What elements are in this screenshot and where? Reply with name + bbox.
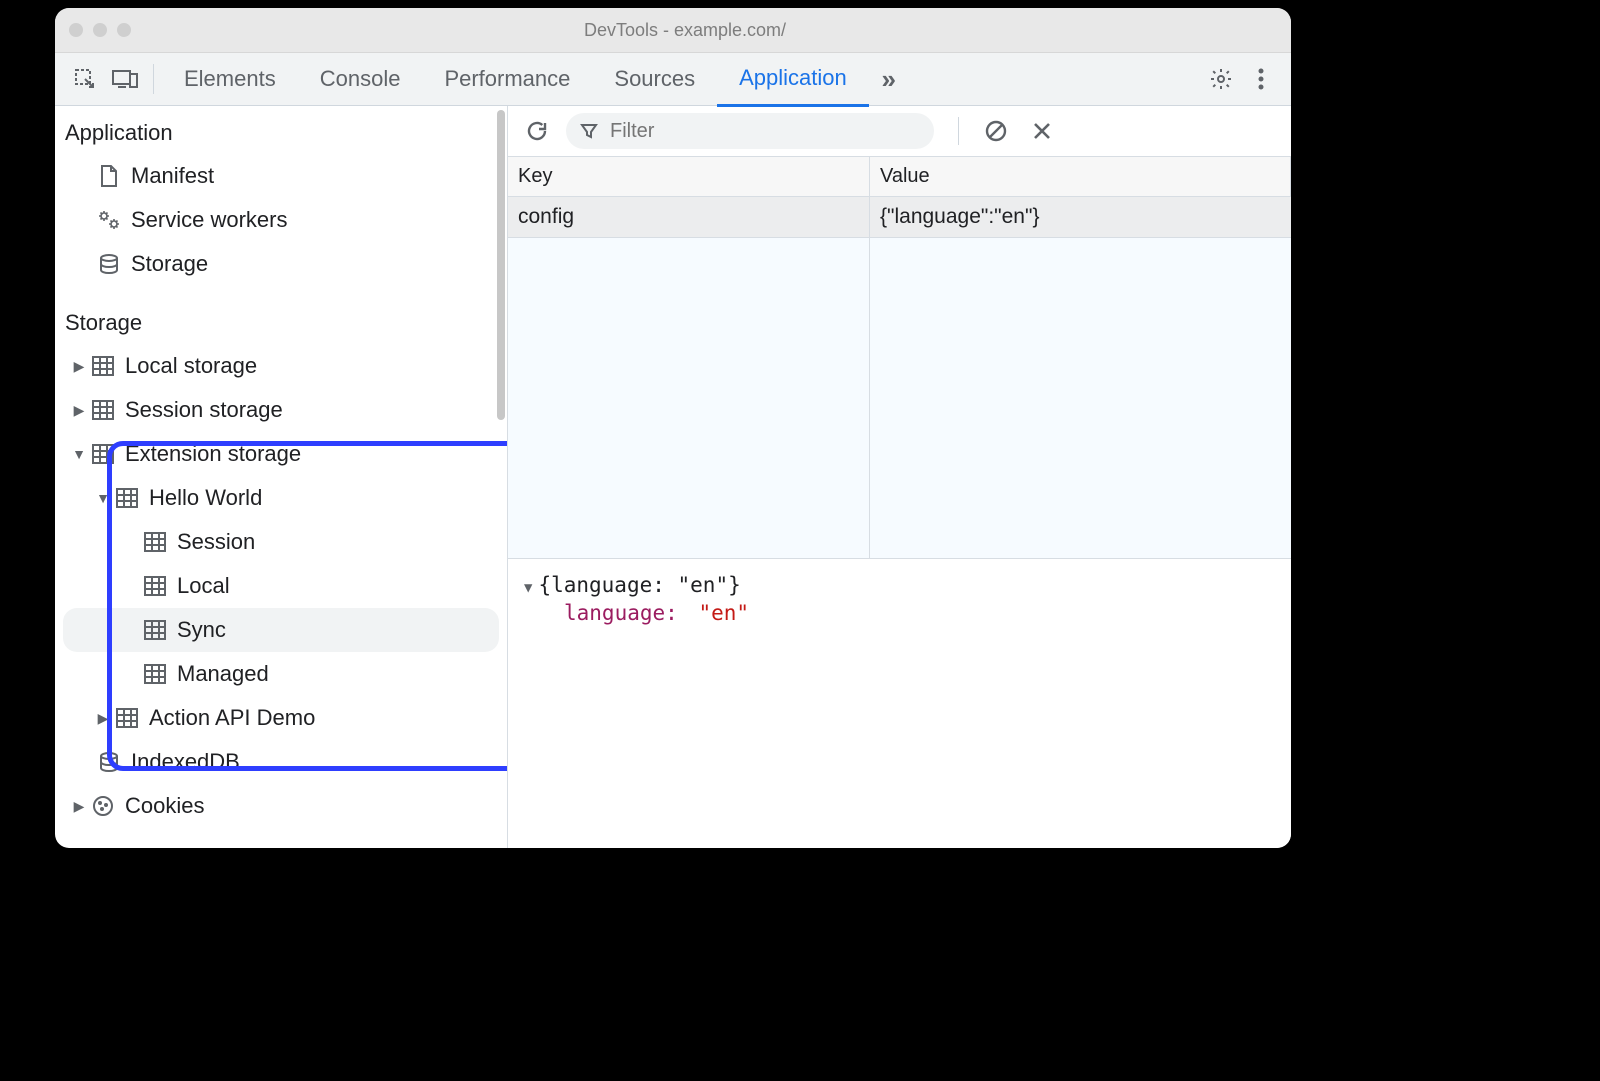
preview-key: language: [564, 601, 678, 625]
sidebar-item-extension-storage[interactable]: ▼ Extension storage [55, 432, 507, 476]
tab-elements[interactable]: Elements [162, 53, 298, 105]
chevron-down-icon[interactable]: ▼ [524, 580, 532, 596]
sidebar-item-label: Storage [131, 251, 208, 277]
window-title: DevTools - example.com/ [131, 20, 1239, 41]
main-panel: Key Value config {"language":"en"} ▼ {lan… [508, 106, 1291, 848]
gears-icon [95, 209, 123, 231]
value-preview: ▼ {language: "en"} language: "en" [508, 558, 1291, 848]
filter-box[interactable] [566, 113, 934, 149]
table-icon [113, 488, 141, 508]
scrollbar[interactable] [497, 110, 505, 420]
refresh-icon[interactable] [520, 114, 554, 148]
sidebar-item-local[interactable]: Local [55, 564, 507, 608]
chevron-down-icon: ▼ [93, 490, 113, 506]
sidebar-item-label: Action API Demo [149, 705, 315, 731]
main-tabs: Elements Console Performance Sources App… [55, 53, 1291, 106]
sidebar-item-local-storage[interactable]: ▶ Local storage [55, 344, 507, 388]
table-row-key[interactable]: config [508, 197, 870, 237]
database-icon [95, 253, 123, 275]
tab-application[interactable]: Application [717, 52, 869, 107]
sidebar-item-label: Manifest [131, 163, 214, 189]
inspect-icon[interactable] [65, 59, 105, 99]
table-header-key[interactable]: Key [508, 157, 870, 197]
preview-summary: {language: "en"} [538, 573, 740, 597]
filter-icon [580, 122, 598, 140]
table-row-value[interactable]: {"language":"en"} [870, 197, 1291, 237]
table-icon [141, 664, 169, 684]
more-tabs-icon[interactable]: » [869, 59, 909, 99]
sidebar: Application Manifest Service workers [55, 106, 508, 848]
sidebar-item-label: Session storage [125, 397, 283, 423]
sidebar-item-label: Local [177, 573, 230, 599]
section-storage: Storage [55, 286, 507, 344]
sidebar-item-label: Managed [177, 661, 269, 687]
sidebar-item-label: Hello World [149, 485, 262, 511]
sidebar-item-indexeddb[interactable]: IndexedDB [55, 740, 507, 784]
device-toggle-icon[interactable] [105, 59, 145, 99]
chevron-right-icon: ▶ [69, 798, 89, 815]
sidebar-item-manifest[interactable]: Manifest [55, 154, 507, 198]
gear-icon[interactable] [1201, 59, 1241, 99]
sidebar-item-service-workers[interactable]: Service workers [55, 198, 507, 242]
separator [958, 117, 959, 145]
sidebar-item-managed[interactable]: Managed [55, 652, 507, 696]
table-icon [113, 708, 141, 728]
chevron-right-icon: ▶ [69, 358, 89, 375]
traffic-lights [69, 23, 131, 37]
maximize-window-icon[interactable] [117, 23, 131, 37]
chevron-right-icon: ▶ [93, 710, 113, 727]
kebab-menu-icon[interactable] [1241, 59, 1281, 99]
table-icon [89, 444, 117, 464]
filter-input[interactable] [608, 119, 920, 144]
storage-table: Key Value config {"language":"en"} [508, 157, 1291, 238]
close-icon[interactable] [1025, 114, 1059, 148]
sidebar-item-session[interactable]: Session [55, 520, 507, 564]
table-icon [141, 532, 169, 552]
table-empty-area[interactable] [508, 238, 1291, 558]
close-window-icon[interactable] [69, 23, 83, 37]
sidebar-item-action-api-demo[interactable]: ▶ Action API Demo [55, 696, 507, 740]
table-icon [89, 400, 117, 420]
minimize-window-icon[interactable] [93, 23, 107, 37]
sidebar-item-cookies[interactable]: ▶ Cookies [55, 784, 507, 828]
sidebar-item-label: Extension storage [125, 441, 301, 467]
table-icon [141, 620, 169, 640]
table-icon [141, 576, 169, 596]
devtools-window: DevTools - example.com/ Elements Console… [55, 8, 1291, 848]
clear-icon[interactable] [979, 114, 1013, 148]
separator [153, 64, 154, 94]
preview-value: "en" [698, 601, 749, 625]
sidebar-item-label: Sync [177, 617, 226, 643]
tab-performance[interactable]: Performance [422, 53, 592, 105]
database-icon [95, 751, 123, 773]
sidebar-item-label: Cookies [125, 793, 204, 819]
titlebar: DevTools - example.com/ [55, 8, 1291, 53]
section-application: Application [55, 106, 507, 154]
toolbar [508, 106, 1291, 157]
table-icon [89, 356, 117, 376]
tab-console[interactable]: Console [298, 53, 423, 105]
sidebar-item-label: Service workers [131, 207, 287, 233]
sidebar-item-label: Session [177, 529, 255, 555]
sidebar-item-sync[interactable]: Sync [63, 608, 499, 652]
document-icon [95, 164, 123, 188]
sidebar-item-hello-world[interactable]: ▼ Hello World [55, 476, 507, 520]
chevron-down-icon: ▼ [69, 446, 89, 462]
chevron-right-icon: ▶ [69, 402, 89, 419]
table-header-value[interactable]: Value [870, 157, 1291, 197]
sidebar-item-storage[interactable]: Storage [55, 242, 507, 286]
tab-sources[interactable]: Sources [592, 53, 717, 105]
sidebar-item-label: IndexedDB [131, 749, 240, 775]
cookie-icon [89, 795, 117, 817]
sidebar-item-session-storage[interactable]: ▶ Session storage [55, 388, 507, 432]
sidebar-item-label: Local storage [125, 353, 257, 379]
